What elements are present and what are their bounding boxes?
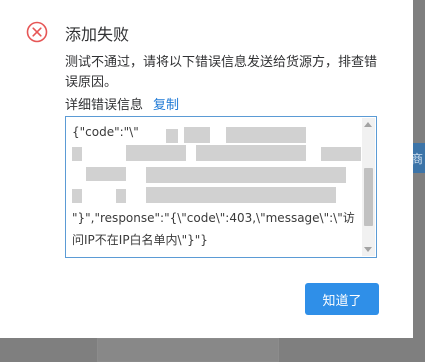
redacted-block	[146, 187, 336, 203]
redacted-block	[72, 189, 82, 203]
detail-header: 详细错误信息 复制	[65, 97, 179, 115]
error-circle-x-icon	[26, 21, 48, 43]
background-overlay-bottom	[0, 338, 425, 362]
dialog-title: 添加失败	[65, 25, 130, 44]
error-dialog: 添加失败 测试不通过，请将以下错误信息发送给货源方，排查错误原因。 详细错误信息…	[0, 0, 413, 338]
redacted-block	[226, 127, 306, 143]
error-text-line: "}","response":"{\"code\":403,\"message\…	[72, 211, 355, 225]
redacted-block	[72, 147, 82, 161]
detail-label: 详细错误信息	[65, 98, 144, 113]
redacted-block	[116, 189, 126, 203]
copy-link[interactable]: 复制	[153, 98, 179, 113]
textarea-scrollbar[interactable]	[362, 118, 375, 256]
scroll-down-arrow-icon[interactable]	[364, 247, 372, 252]
ok-button[interactable]: 知道了	[305, 283, 379, 315]
error-detail-textarea[interactable]: {"code":"\" "}","response":"{\"code\":40…	[65, 116, 377, 258]
redacted-block	[86, 167, 126, 181]
dialog-message: 测试不通过，请将以下错误信息发送给货源方，排查错误原因。	[65, 55, 378, 90]
background-overlay-right	[413, 0, 425, 362]
scroll-thumb[interactable]	[364, 168, 373, 226]
redacted-block	[184, 127, 210, 143]
background-field-label	[24, 342, 84, 356]
redacted-block	[196, 145, 306, 161]
error-text-line: {"code":"\"	[72, 125, 139, 139]
error-text-line: 问IP不在IP白名单内\"}"}	[72, 232, 208, 247]
redacted-block	[146, 167, 346, 183]
redacted-block	[321, 147, 361, 161]
redacted-block	[166, 129, 178, 143]
scroll-up-arrow-icon[interactable]	[364, 122, 372, 127]
redacted-block	[126, 145, 186, 161]
background-input	[97, 338, 279, 362]
